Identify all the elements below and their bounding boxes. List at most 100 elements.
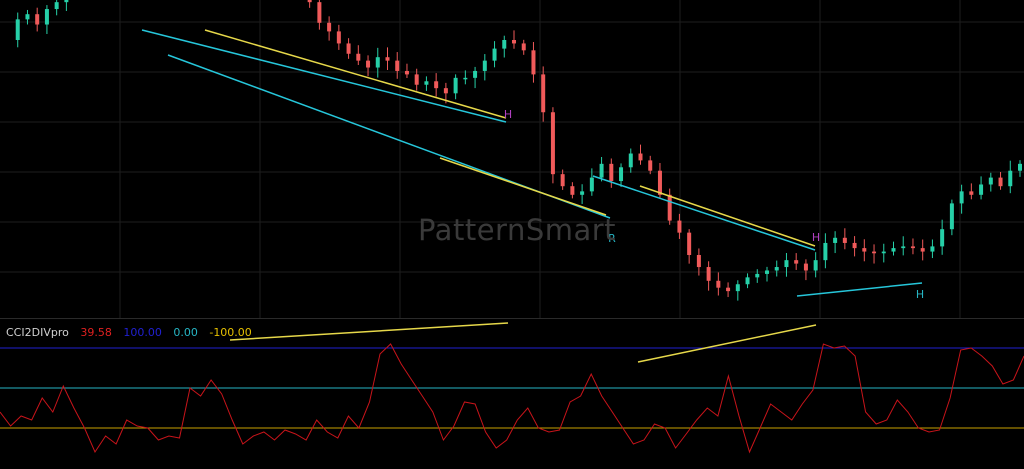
candle-body: [940, 229, 945, 247]
candle-body: [44, 9, 49, 25]
candle-body: [35, 14, 40, 25]
candle-body: [599, 163, 604, 178]
candle-body: [638, 153, 643, 161]
candle-body: [920, 248, 925, 252]
candle-body: [443, 88, 448, 94]
candle-body: [589, 177, 594, 192]
candle-body: [482, 60, 487, 71]
candle-body: [424, 81, 429, 85]
candle-body: [453, 77, 458, 94]
candle-body: [872, 251, 877, 254]
candle-body: [414, 74, 419, 85]
chart-stage: HRHH PatternSmart CCI2DIVpro 39.58 100.0…: [0, 0, 1024, 469]
candle-body: [473, 70, 478, 78]
candle-body: [706, 267, 711, 281]
candle-body: [327, 22, 332, 32]
candle-body: [852, 242, 857, 249]
candle-body: [463, 77, 468, 80]
candle-body: [930, 246, 935, 252]
candle-body: [862, 248, 867, 252]
trendline-5: [639, 185, 816, 247]
candle-body: [881, 251, 886, 254]
candle-body: [521, 43, 526, 51]
candle-body: [385, 57, 390, 61]
candle-body: [735, 284, 740, 292]
candle-body: [648, 160, 653, 171]
trendline-0: [141, 29, 507, 123]
candle-body: [823, 242, 828, 261]
pattern-label-h: H: [916, 288, 924, 301]
candle-body: [375, 57, 380, 68]
candle-body: [979, 184, 984, 195]
candle-body: [512, 40, 516, 44]
candle-body: [969, 191, 974, 195]
candle-body: [677, 220, 682, 233]
trendline-2: [204, 29, 507, 119]
candle-body: [492, 48, 497, 61]
candle-body: [580, 191, 585, 195]
pattern-label-h: H: [812, 231, 820, 244]
candle-body: [959, 191, 964, 204]
trendline-3: [439, 157, 607, 216]
watermark: PatternSmart: [418, 213, 617, 247]
candle-body: [560, 174, 565, 187]
pane-divider: [0, 318, 1024, 319]
cci-line: [0, 343, 1024, 454]
candle-body: [667, 194, 672, 221]
candle-body: [366, 60, 371, 68]
candle-body: [570, 186, 575, 195]
indicator-value-zero: 0.00: [173, 326, 198, 339]
candle-body: [15, 19, 20, 40]
candle-body: [755, 273, 760, 278]
candle-body: [502, 40, 507, 49]
trendline-4: [592, 175, 816, 251]
candle-body: [307, 0, 312, 3]
indicator-value-cci: 39.58: [80, 326, 112, 339]
candle-body: [550, 112, 555, 175]
candle-body: [619, 167, 624, 182]
candle-body: [998, 177, 1003, 187]
candle-body: [833, 237, 838, 243]
trendline-6: [796, 282, 923, 297]
candle-body: [813, 260, 818, 271]
candle-body: [726, 287, 731, 292]
candle-body: [901, 246, 906, 249]
indicator-value-lower: -100.00: [209, 326, 252, 339]
candle-body: [395, 60, 400, 71]
candle-body: [1018, 163, 1022, 171]
candle-body: [356, 53, 361, 61]
candle-body: [784, 260, 789, 268]
candle-body: [657, 170, 662, 195]
candle-body: [745, 277, 750, 285]
candle-body: [794, 260, 799, 264]
candle-body: [404, 70, 409, 75]
cci-divergence-line-1: [637, 324, 817, 363]
indicator-name: CCI2DIVpro: [6, 326, 69, 339]
candle-body: [765, 270, 769, 274]
candle-body: [25, 14, 30, 20]
candle-body: [687, 232, 692, 255]
pattern-label-h: H: [504, 108, 512, 121]
candle-body: [346, 43, 351, 54]
candle-body: [434, 81, 439, 89]
candle-body: [842, 237, 847, 243]
candle-body: [910, 246, 915, 249]
candle-body: [609, 163, 614, 182]
candle-body: [541, 74, 546, 113]
candle-body: [64, 0, 69, 3]
candle-body: [774, 267, 779, 271]
candle-body: [716, 280, 721, 288]
candle-body: [54, 2, 59, 10]
candle-body: [336, 31, 341, 44]
candle-body: [891, 248, 896, 252]
candle-body: [628, 153, 633, 168]
candle-body: [531, 50, 536, 75]
candle-body: [803, 263, 808, 271]
indicator-legend: CCI2DIVpro 39.58 100.00 0.00 -100.00: [6, 326, 260, 339]
candle-body: [988, 177, 993, 185]
candle-body: [949, 203, 954, 230]
candle-body: [1008, 170, 1013, 187]
cci-divergence-line-0: [229, 322, 509, 341]
indicator-value-upper: 100.00: [123, 326, 162, 339]
candle-body: [317, 2, 322, 23]
